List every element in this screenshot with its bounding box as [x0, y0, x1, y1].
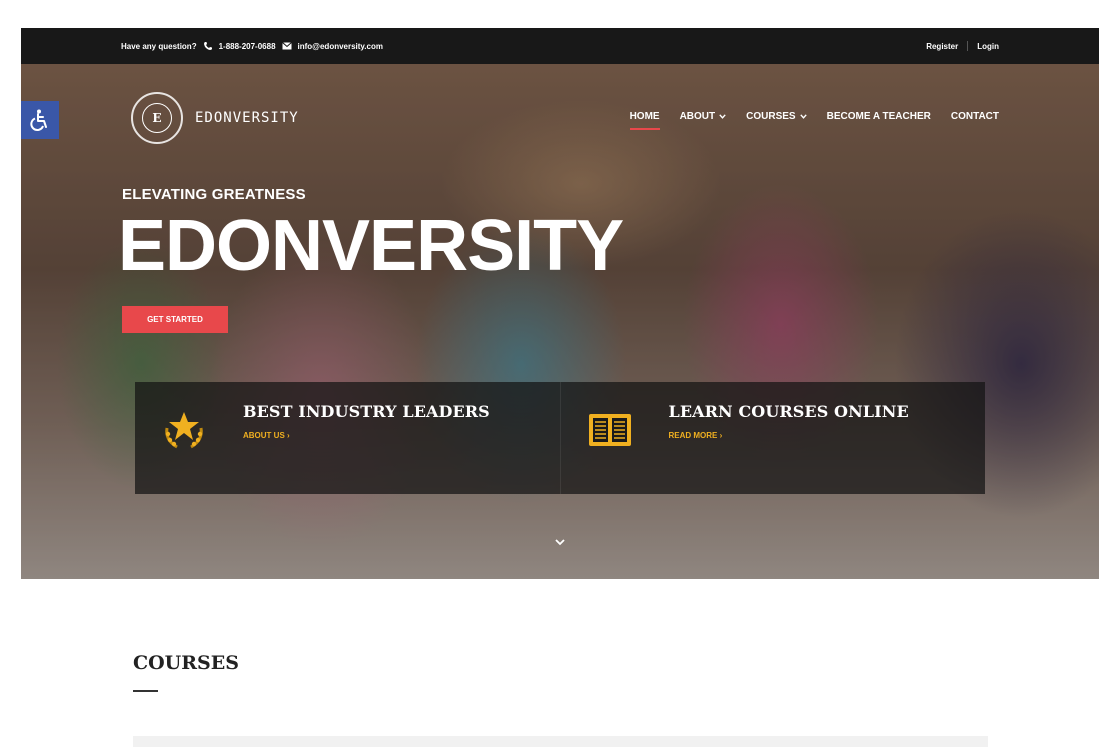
top-bar: Have any question? 1-888-207-0688 info@e…	[21, 28, 1099, 64]
logo-text: EDONVERSITY	[195, 110, 299, 126]
feature-learn-online: LEARN COURSES ONLINE READ MORE ›	[559, 382, 986, 494]
logo-letter: E	[142, 103, 172, 133]
main-nav: HOME ABOUT COURSES BECOME A TEACHER CONT…	[629, 111, 999, 130]
nav-courses-label: COURSES	[746, 111, 796, 122]
divider	[967, 41, 969, 51]
feature-title: LEARN COURSES ONLINE	[668, 402, 909, 421]
book-icon	[585, 408, 635, 452]
accessibility-button[interactable]	[21, 101, 59, 139]
chevron-down-icon	[799, 114, 807, 119]
chevron-down-icon	[555, 538, 565, 545]
nav-about-label: ABOUT	[679, 111, 716, 122]
site-logo[interactable]: E EDONVERSITY	[131, 92, 299, 144]
wheelchair-icon	[30, 109, 47, 132]
question-text: Have any question?	[121, 41, 197, 51]
register-link[interactable]: Register	[926, 42, 958, 51]
nav-home[interactable]: HOME	[629, 111, 660, 130]
about-us-link[interactable]: ABOUT US ›	[243, 431, 490, 440]
nav-become-teacher[interactable]: BECOME A TEACHER	[827, 111, 931, 122]
contact-info: Have any question? 1-888-207-0688 info@e…	[121, 41, 383, 51]
nav-contact-label: CONTACT	[950, 111, 999, 122]
courses-panel	[133, 736, 988, 747]
courses-heading: COURSES	[133, 652, 239, 674]
hero-tagline: ELEVATING GREATNESS	[122, 186, 306, 203]
chevron-down-icon	[719, 114, 726, 119]
nav-home-label: HOME	[629, 111, 660, 122]
star-laurel-icon	[159, 408, 209, 452]
get-started-button[interactable]: GET STARTED	[122, 306, 228, 333]
about-us-label: ABOUT US	[243, 431, 285, 440]
nav-become-teacher-label: BECOME A TEACHER	[826, 111, 931, 122]
feature-industry-leaders: BEST INDUSTRY LEADERS ABOUT US ›	[135, 382, 560, 494]
phone-icon	[203, 41, 213, 51]
account-links: Register Login	[926, 41, 999, 51]
read-more-label: READ MORE	[668, 431, 718, 440]
email-link[interactable]: info@edonversity.com	[298, 42, 383, 51]
nav-contact[interactable]: CONTACT	[951, 111, 999, 122]
envelope-icon	[281, 42, 292, 50]
phone-link[interactable]: 1-888-207-0688	[219, 42, 276, 51]
feature-text: LEARN COURSES ONLINE READ MORE ›	[669, 402, 909, 440]
hero-title: EDONVERSITY	[118, 206, 624, 286]
nav-about[interactable]: ABOUT	[680, 111, 727, 122]
heading-underline	[133, 690, 158, 692]
feature-title: BEST INDUSTRY LEADERS	[243, 402, 490, 421]
feature-box: BEST INDUSTRY LEADERS ABOUT US › LEARN C…	[135, 382, 985, 494]
logo-emblem: E	[131, 92, 183, 144]
scroll-down-button[interactable]	[552, 534, 568, 550]
read-more-link[interactable]: READ MORE ›	[669, 431, 909, 440]
login-link[interactable]: Login	[977, 42, 999, 51]
nav-courses[interactable]: COURSES	[746, 111, 807, 122]
hero-section: E EDONVERSITY HOME ABOUT COURSES BECOME …	[21, 64, 1099, 579]
feature-text: BEST INDUSTRY LEADERS ABOUT US ›	[243, 402, 490, 440]
